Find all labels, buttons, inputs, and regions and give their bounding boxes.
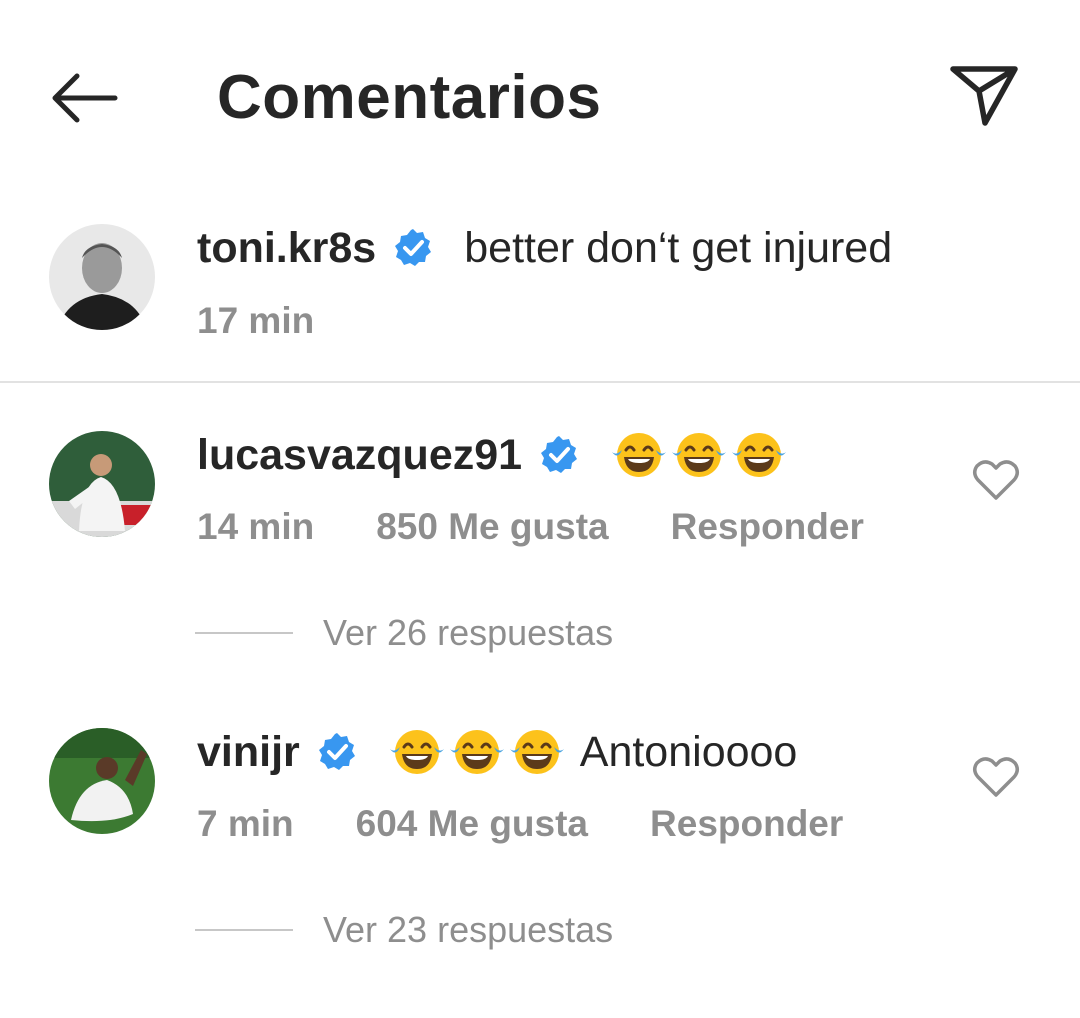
divider: [0, 381, 1080, 383]
tears-of-joy-emoji-icon: [389, 730, 444, 774]
comment-emoji-group: [610, 430, 790, 480]
timestamp: 7 min: [197, 803, 294, 844]
comment-text: better don‘t get injured: [464, 224, 893, 272]
reply-button[interactable]: Responder: [671, 502, 864, 552]
page-title: Comentarios: [217, 63, 602, 132]
reply-button[interactable]: Responder: [650, 799, 843, 849]
tears-of-joy-emoji-icon: [612, 433, 667, 477]
avatar[interactable]: [49, 224, 155, 330]
avatar[interactable]: [49, 431, 155, 537]
tears-of-joy-emoji-icon: [449, 730, 504, 774]
tears-of-joy-emoji-icon: [509, 730, 564, 774]
back-button[interactable]: [44, 62, 124, 134]
comment-meta: 7 min 604 Me gusta Responder: [197, 799, 843, 849]
timestamp: 14 min: [197, 506, 315, 547]
comment-emoji-group: Antonioooo: [388, 724, 798, 780]
heart-icon[interactable]: [972, 458, 1020, 502]
caption-line: toni.kr8s better don‘t get injured: [197, 220, 892, 276]
heart-icon[interactable]: [972, 755, 1020, 799]
comment-text: Antonioooo: [579, 728, 798, 776]
like-count[interactable]: 850 Me gusta: [376, 502, 608, 552]
verified-badge-icon: [395, 229, 432, 266]
view-replies-button[interactable]: Ver 23 respuestas: [195, 909, 613, 951]
share-button[interactable]: [944, 58, 1024, 132]
view-replies-label: Ver 23 respuestas: [323, 909, 614, 950]
comment-meta: 14 min 850 Me gusta Responder: [197, 502, 864, 552]
paper-plane-icon: [950, 66, 1018, 126]
username[interactable]: vinijr: [197, 724, 300, 780]
verified-badge-icon: [318, 733, 355, 770]
tears-of-joy-emoji-icon: [672, 433, 727, 477]
replies-divider-line: [195, 929, 293, 931]
back-arrow-icon: [52, 73, 118, 123]
caption-meta: 17 min: [197, 296, 314, 346]
tears-of-joy-emoji-icon: [732, 433, 787, 477]
username[interactable]: lucasvazquez91: [197, 427, 522, 483]
like-count[interactable]: 604 Me gusta: [356, 799, 588, 849]
username[interactable]: toni.kr8s: [197, 220, 376, 276]
timestamp: 17 min: [197, 300, 315, 341]
view-replies-label: Ver 26 respuestas: [323, 612, 614, 653]
verified-badge-icon: [541, 436, 578, 473]
header: Comentarios: [0, 0, 1080, 190]
replies-divider-line: [195, 632, 293, 634]
comment-line: vinijr Antonioooo: [197, 724, 797, 780]
avatar[interactable]: [49, 728, 155, 834]
view-replies-button[interactable]: Ver 26 respuestas: [195, 612, 613, 654]
comment-line: lucasvazquez91: [197, 427, 790, 483]
